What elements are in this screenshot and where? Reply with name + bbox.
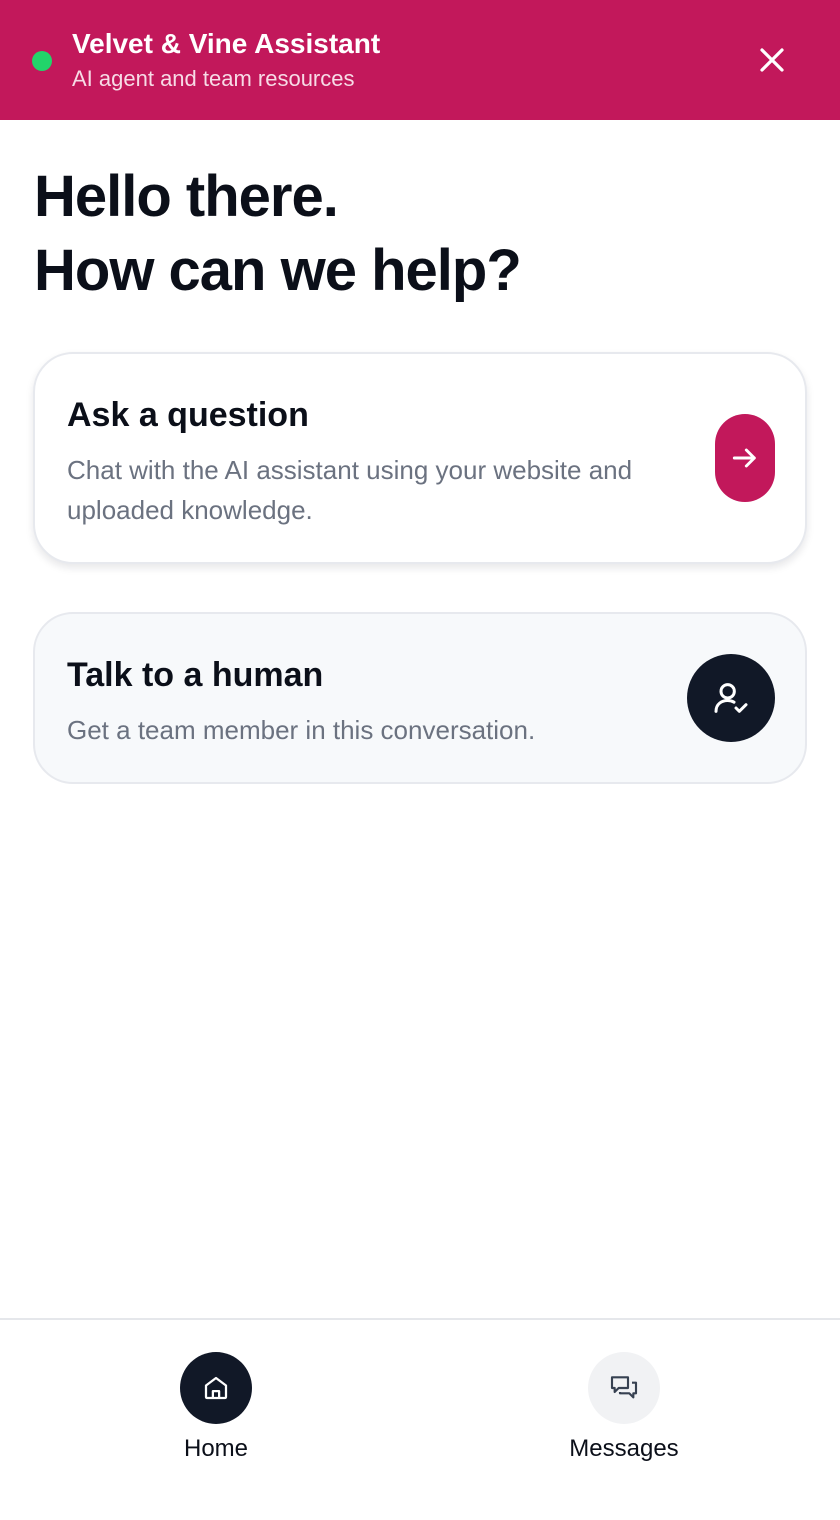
ask-question-description: Chat with the AI assistant using your we… <box>67 455 633 525</box>
header-subtitle: AI agent and team resources <box>72 66 355 91</box>
greeting-heading: Hello there. How can we help? <box>34 160 814 308</box>
home-icon <box>204 1376 228 1400</box>
header-title: Velvet & Vine Assistant <box>72 28 381 59</box>
messages-icon <box>610 1376 638 1399</box>
online-status-dot <box>32 51 52 71</box>
nav-messages-icon-wrap <box>588 1352 660 1424</box>
nav-messages[interactable]: Messages <box>524 1352 724 1472</box>
nav-home[interactable]: Home <box>116 1352 316 1472</box>
bottom-navigation: Home Messages <box>0 1318 840 1520</box>
arrow-right-icon <box>732 448 756 468</box>
ask-question-title: Ask a question <box>67 396 309 434</box>
nav-home-icon-wrap <box>180 1352 252 1424</box>
nav-messages-label: Messages <box>569 1435 679 1462</box>
close-button[interactable] <box>748 36 796 84</box>
greeting-line-2: How can we help? <box>34 238 522 303</box>
talk-to-human-title: Talk to a human <box>67 656 324 694</box>
ask-question-button[interactable] <box>715 414 775 502</box>
talk-to-human-button[interactable] <box>687 654 775 742</box>
nav-home-label: Home <box>183 1435 249 1462</box>
close-icon <box>760 48 784 72</box>
widget-header: Velvet & Vine Assistant AI agent and tea… <box>0 0 840 120</box>
chat-widget: Velvet & Vine Assistant AI agent and tea… <box>0 0 840 1520</box>
user-check-icon <box>714 683 748 713</box>
talk-to-human-card[interactable]: Talk to a human Get a team member in thi… <box>33 612 807 784</box>
header-text: Velvet & Vine Assistant AI agent and tea… <box>72 26 380 94</box>
ask-question-card[interactable]: Ask a question Chat with the AI assistan… <box>33 352 807 564</box>
talk-to-human-description: Get a team member in this conversation. <box>67 715 536 745</box>
greeting-line-1: Hello there. <box>34 164 339 229</box>
